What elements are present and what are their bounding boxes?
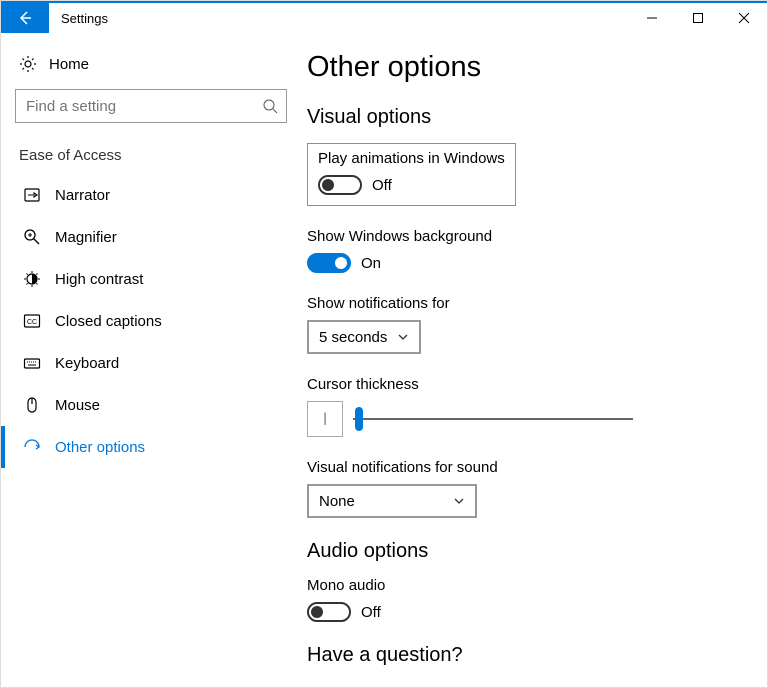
visual-notifications-label: Visual notifications for sound — [307, 459, 747, 476]
category-header: Ease of Access — [1, 147, 301, 174]
mono-audio-label: Mono audio — [307, 577, 747, 594]
mono-audio-toggle[interactable] — [307, 602, 351, 622]
titlebar: Settings — [1, 1, 767, 33]
mouse-icon — [23, 396, 41, 414]
home-label: Home — [49, 56, 89, 73]
cc-icon: CC — [23, 312, 41, 330]
nav-list: Narrator Magnifier High contrast CC Closed c… — [1, 174, 301, 468]
magnifier-icon — [23, 228, 41, 246]
play-animations-label: Play animations in Windows — [318, 150, 505, 167]
search-icon — [262, 98, 278, 114]
sidebar-item-high-contrast[interactable]: High contrast — [1, 258, 301, 300]
sidebar-item-closed-captions[interactable]: CC Closed captions — [1, 300, 301, 342]
cursor-preview: | — [307, 401, 343, 437]
page-heading: Other options — [307, 51, 747, 84]
sidebar-item-other-options[interactable]: Other options — [1, 426, 301, 468]
visual-notifications-select[interactable]: None — [307, 484, 477, 518]
highlight-play-animations: Play animations in Windows Off — [307, 143, 516, 206]
visual-options-heading: Visual options — [307, 106, 747, 129]
cursor-thickness-label: Cursor thickness — [307, 376, 747, 393]
close-button[interactable] — [721, 3, 767, 33]
window-title: Settings — [61, 11, 629, 26]
play-animations-state: Off — [372, 177, 392, 194]
contrast-icon — [23, 270, 41, 288]
have-question-heading: Have a question? — [307, 644, 747, 667]
sidebar-item-label: Mouse — [55, 397, 100, 414]
play-animations-toggle[interactable] — [318, 175, 362, 195]
search-box[interactable] — [15, 89, 287, 123]
show-notifications-select[interactable]: 5 seconds — [307, 320, 421, 354]
sidebar: Home Ease of Access Narrator Magnifier Hig… — [1, 33, 301, 687]
gear-icon — [19, 55, 37, 73]
sidebar-item-mouse[interactable]: Mouse — [1, 384, 301, 426]
sidebar-item-label: Other options — [55, 439, 145, 456]
narrator-icon — [23, 186, 41, 204]
show-background-label: Show Windows background — [307, 228, 747, 245]
show-background-state: On — [361, 255, 381, 272]
sidebar-item-label: Keyboard — [55, 355, 119, 372]
chevron-down-icon — [397, 331, 409, 343]
sidebar-item-label: Magnifier — [55, 229, 117, 246]
show-notifications-value: 5 seconds — [319, 329, 387, 346]
cursor-thickness-slider[interactable] — [353, 408, 633, 430]
sidebar-item-label: Narrator — [55, 187, 110, 204]
sidebar-item-label: Closed captions — [55, 313, 162, 330]
back-button[interactable] — [1, 3, 49, 33]
main-content: Other options Visual options Play animat… — [301, 33, 767, 687]
minimize-button[interactable] — [629, 3, 675, 33]
keyboard-icon — [23, 354, 41, 372]
maximize-button[interactable] — [675, 3, 721, 33]
other-icon — [23, 438, 41, 456]
mono-audio-state: Off — [361, 604, 381, 621]
show-background-toggle[interactable] — [307, 253, 351, 273]
chevron-down-icon — [453, 495, 465, 507]
sidebar-item-keyboard[interactable]: Keyboard — [1, 342, 301, 384]
sidebar-item-narrator[interactable]: Narrator — [1, 174, 301, 216]
search-input[interactable] — [24, 97, 262, 116]
visual-notifications-value: None — [319, 493, 355, 510]
home-link[interactable]: Home — [1, 47, 301, 89]
show-notifications-label: Show notifications for — [307, 295, 747, 312]
sidebar-item-label: High contrast — [55, 271, 143, 288]
svg-text:CC: CC — [27, 319, 37, 326]
audio-options-heading: Audio options — [307, 540, 747, 563]
sidebar-item-magnifier[interactable]: Magnifier — [1, 216, 301, 258]
